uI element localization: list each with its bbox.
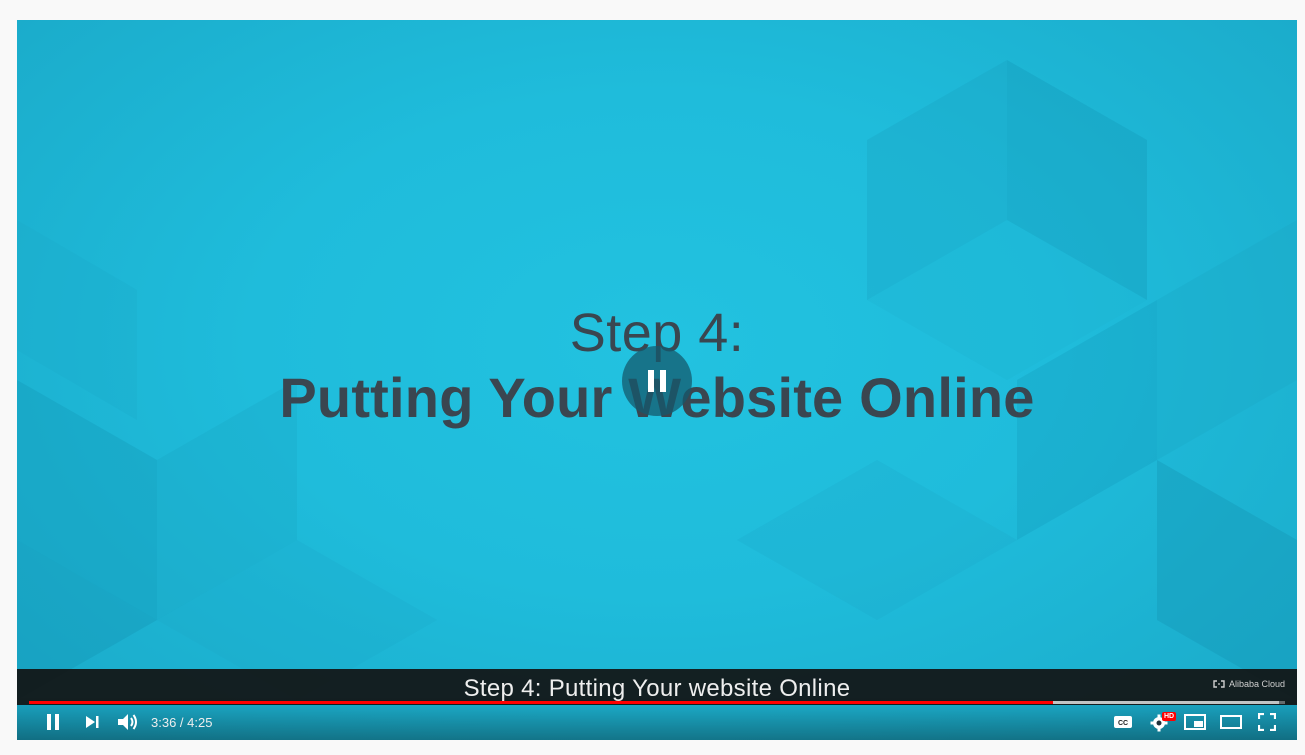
hd-badge: HD bbox=[1162, 712, 1177, 721]
watermark-text: Alibaba Cloud bbox=[1228, 679, 1285, 689]
subtitles-button[interactable]: CC bbox=[1108, 710, 1138, 734]
progress-played bbox=[29, 701, 1053, 704]
subtitles-icon: CC bbox=[1114, 716, 1132, 728]
pause-icon bbox=[47, 714, 59, 730]
cc-text: CC bbox=[1118, 720, 1128, 727]
miniplayer-button[interactable] bbox=[1180, 710, 1210, 734]
fullscreen-button[interactable] bbox=[1252, 710, 1282, 734]
play-pause-button[interactable] bbox=[38, 710, 68, 734]
theater-mode-icon bbox=[1220, 715, 1242, 729]
alibaba-cloud-logo-icon bbox=[1213, 680, 1225, 688]
next-button[interactable] bbox=[77, 710, 107, 734]
volume-icon bbox=[118, 714, 137, 730]
center-pause-indicator[interactable] bbox=[622, 346, 692, 416]
player-controls: 3:36 / 4:25 CC HD bbox=[17, 696, 1297, 740]
miniplayer-icon bbox=[1184, 714, 1206, 730]
next-icon bbox=[86, 716, 99, 728]
pause-icon bbox=[648, 370, 666, 392]
fullscreen-icon bbox=[1258, 713, 1276, 731]
settings-button[interactable]: HD bbox=[1144, 710, 1177, 734]
volume-button[interactable] bbox=[113, 710, 143, 734]
progress-bar[interactable] bbox=[29, 701, 1285, 704]
video-player[interactable]: Step 4: Putting Your Website Online Step… bbox=[17, 20, 1297, 740]
theater-mode-button[interactable] bbox=[1216, 710, 1246, 734]
time-display: 3:36 / 4:25 bbox=[151, 715, 213, 730]
brand-watermark: Alibaba Cloud bbox=[1213, 679, 1285, 689]
